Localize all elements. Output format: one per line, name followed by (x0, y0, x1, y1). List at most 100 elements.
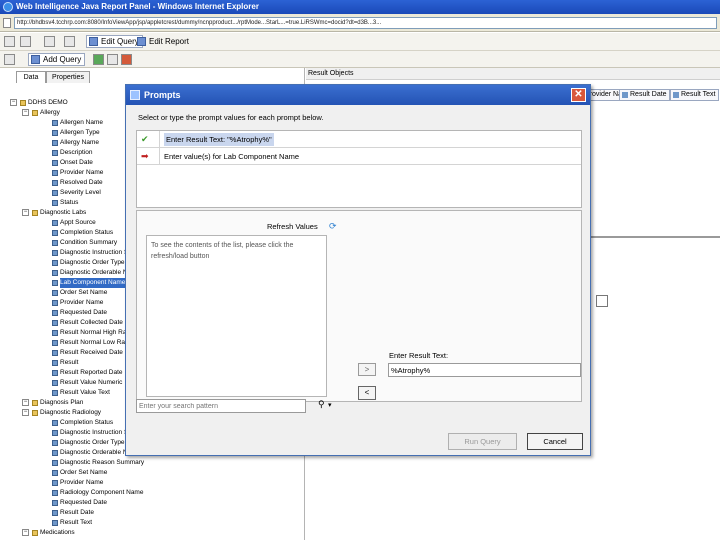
expand-toggle-icon[interactable]: − (22, 209, 29, 216)
prompt-values-panel: Refresh Values ⟳ To see the contents of … (136, 210, 582, 402)
expand-toggle-icon[interactable]: − (22, 529, 29, 536)
dimension-icon (52, 460, 58, 466)
dialog-title-bar: Prompts ✕ (126, 85, 590, 105)
tree-item-label: Diagnostic Instruction S (60, 429, 129, 436)
dimension-icon (52, 160, 58, 166)
tree-item-label: Completion Status (60, 229, 114, 236)
refresh-icon[interactable]: ⟳ (329, 221, 337, 232)
result-text-input[interactable] (388, 363, 581, 377)
expand-toggle-icon[interactable]: − (10, 99, 17, 106)
run-query-button[interactable]: Run Query (448, 433, 517, 450)
properties-icon[interactable] (107, 54, 118, 65)
dimension-icon (52, 250, 58, 256)
dimension-icon (52, 380, 58, 386)
dimension-icon (52, 270, 58, 276)
tree-item-label: Diagnostic Orderable Na (60, 449, 132, 456)
delete-icon[interactable] (121, 54, 132, 65)
tree-item-label: Order Set Name (60, 289, 108, 296)
dimension-icon (52, 220, 58, 226)
dimension-icon (52, 440, 58, 446)
dimension-icon (52, 310, 58, 316)
browser-title-bar: Web Intelligence Java Report Panel - Win… (0, 0, 720, 14)
tab-data[interactable]: Data (16, 71, 46, 83)
refresh-values-label: Refresh Values (267, 222, 318, 231)
result-objects-header: Result Objects (306, 68, 720, 80)
dimension-icon (52, 340, 58, 346)
tree-item-label: Diagnostic Reason Summary (60, 459, 145, 466)
add-value-button[interactable]: > (358, 363, 376, 376)
tree-item-label: Result Normal Low Ra (60, 339, 126, 346)
main-toolbar: Edit Query Edit Report (0, 33, 720, 51)
folder-icon (32, 400, 38, 406)
dialog-instruction: Select or type the prompt values for eac… (138, 113, 324, 122)
tree-item-label: Allergy (40, 109, 60, 116)
prompt-row-lab-component[interactable]: ➡ Enter value(s) for Lab Component Name (137, 148, 581, 165)
tree-item-label: Resolved Date (60, 179, 103, 186)
tree-item-label: Result (60, 359, 79, 366)
tree-item-label: Onset Date (60, 159, 93, 166)
dimension-icon (52, 470, 58, 476)
dimension-icon (52, 490, 58, 496)
values-list[interactable]: To see the contents of the list, please … (146, 235, 327, 397)
tree-item-label: Result Reported Date (60, 369, 123, 376)
chevron-down-icon[interactable]: ▾ (328, 401, 332, 409)
result-object-result-date[interactable]: Result Date (619, 89, 670, 101)
folder-icon (32, 110, 38, 116)
tree-item-label: Result Normal High Ra (60, 329, 127, 336)
open-icon[interactable] (20, 36, 31, 47)
edit-report-button[interactable]: Edit Report (134, 35, 193, 48)
dialog-title: Prompts (144, 90, 181, 100)
print-icon[interactable] (64, 36, 75, 47)
prompt-icon (130, 90, 140, 100)
prompt-text: Enter value(s) for Lab Component Name (164, 152, 300, 161)
expand-toggle-icon[interactable]: − (22, 109, 29, 116)
dimension-icon (52, 290, 58, 296)
dimension-icon (52, 300, 58, 306)
prompts-dialog: Prompts ✕ Select or type the prompt valu… (125, 84, 591, 456)
add-query-button[interactable]: Add Query (28, 53, 86, 66)
close-button[interactable]: ✕ (571, 88, 586, 102)
tree-item-label: Status (60, 199, 79, 206)
result-object-result-text[interactable]: Result Text (670, 89, 719, 101)
tree-item-label: Result Date (60, 509, 94, 516)
binoculars-icon[interactable]: ⚲ (318, 399, 325, 410)
toolbar-icon[interactable] (4, 54, 15, 65)
tree-item-label: Diagnostic Radiology (40, 409, 102, 416)
dimension-icon (52, 140, 58, 146)
dimension-icon (52, 260, 58, 266)
expand-toggle-icon[interactable]: − (22, 409, 29, 416)
browser-title: Web Intelligence Java Report Panel - Win… (16, 2, 259, 11)
filter-icon[interactable] (596, 295, 608, 307)
tree-item-label: Allergen Name (60, 119, 103, 126)
dimension-icon (52, 420, 58, 426)
prompt-row-result-text[interactable]: ✔ Enter Result Text: "%Atrophy%" (137, 131, 581, 148)
dimension-icon (52, 370, 58, 376)
save-icon[interactable] (44, 36, 55, 47)
dimension-icon (52, 230, 58, 236)
new-doc-icon[interactable] (4, 36, 15, 47)
dimension-icon (52, 120, 58, 126)
tab-properties[interactable]: Properties (46, 71, 90, 83)
tree-item-label: Result Collected Date (60, 319, 123, 326)
query-icon (89, 37, 98, 46)
values-list-message: To see the contents of the list, please … (151, 242, 294, 260)
dimension-icon (52, 280, 58, 286)
tree-item-label: Diagnosis Plan (40, 399, 84, 406)
tree-item-label: Medications (40, 529, 75, 536)
dimension-icon (52, 330, 58, 336)
search-input[interactable] (136, 399, 306, 413)
address-field[interactable]: http://bhdbsv4.tcchrp.com:8080/InfoViewA… (14, 17, 717, 29)
tree-item-label: Diagnostic Instruction S (60, 249, 129, 256)
tree-item-label: Provider Name (60, 169, 104, 176)
expand-toggle-icon[interactable]: − (22, 399, 29, 406)
dimension-icon (52, 480, 58, 486)
edit-icon[interactable] (93, 54, 104, 65)
remove-value-button[interactable]: < (358, 386, 376, 400)
cancel-button[interactable]: Cancel (527, 433, 583, 450)
tree-item-label: Provider Name (60, 479, 104, 486)
dimension-icon (52, 500, 58, 506)
folder-icon (32, 210, 38, 216)
tree-item-label: Result Received Date (60, 349, 123, 356)
tree-item-label: Diagnostic Order Type (60, 439, 125, 446)
result-text-label: Enter Result Text: (389, 351, 449, 360)
